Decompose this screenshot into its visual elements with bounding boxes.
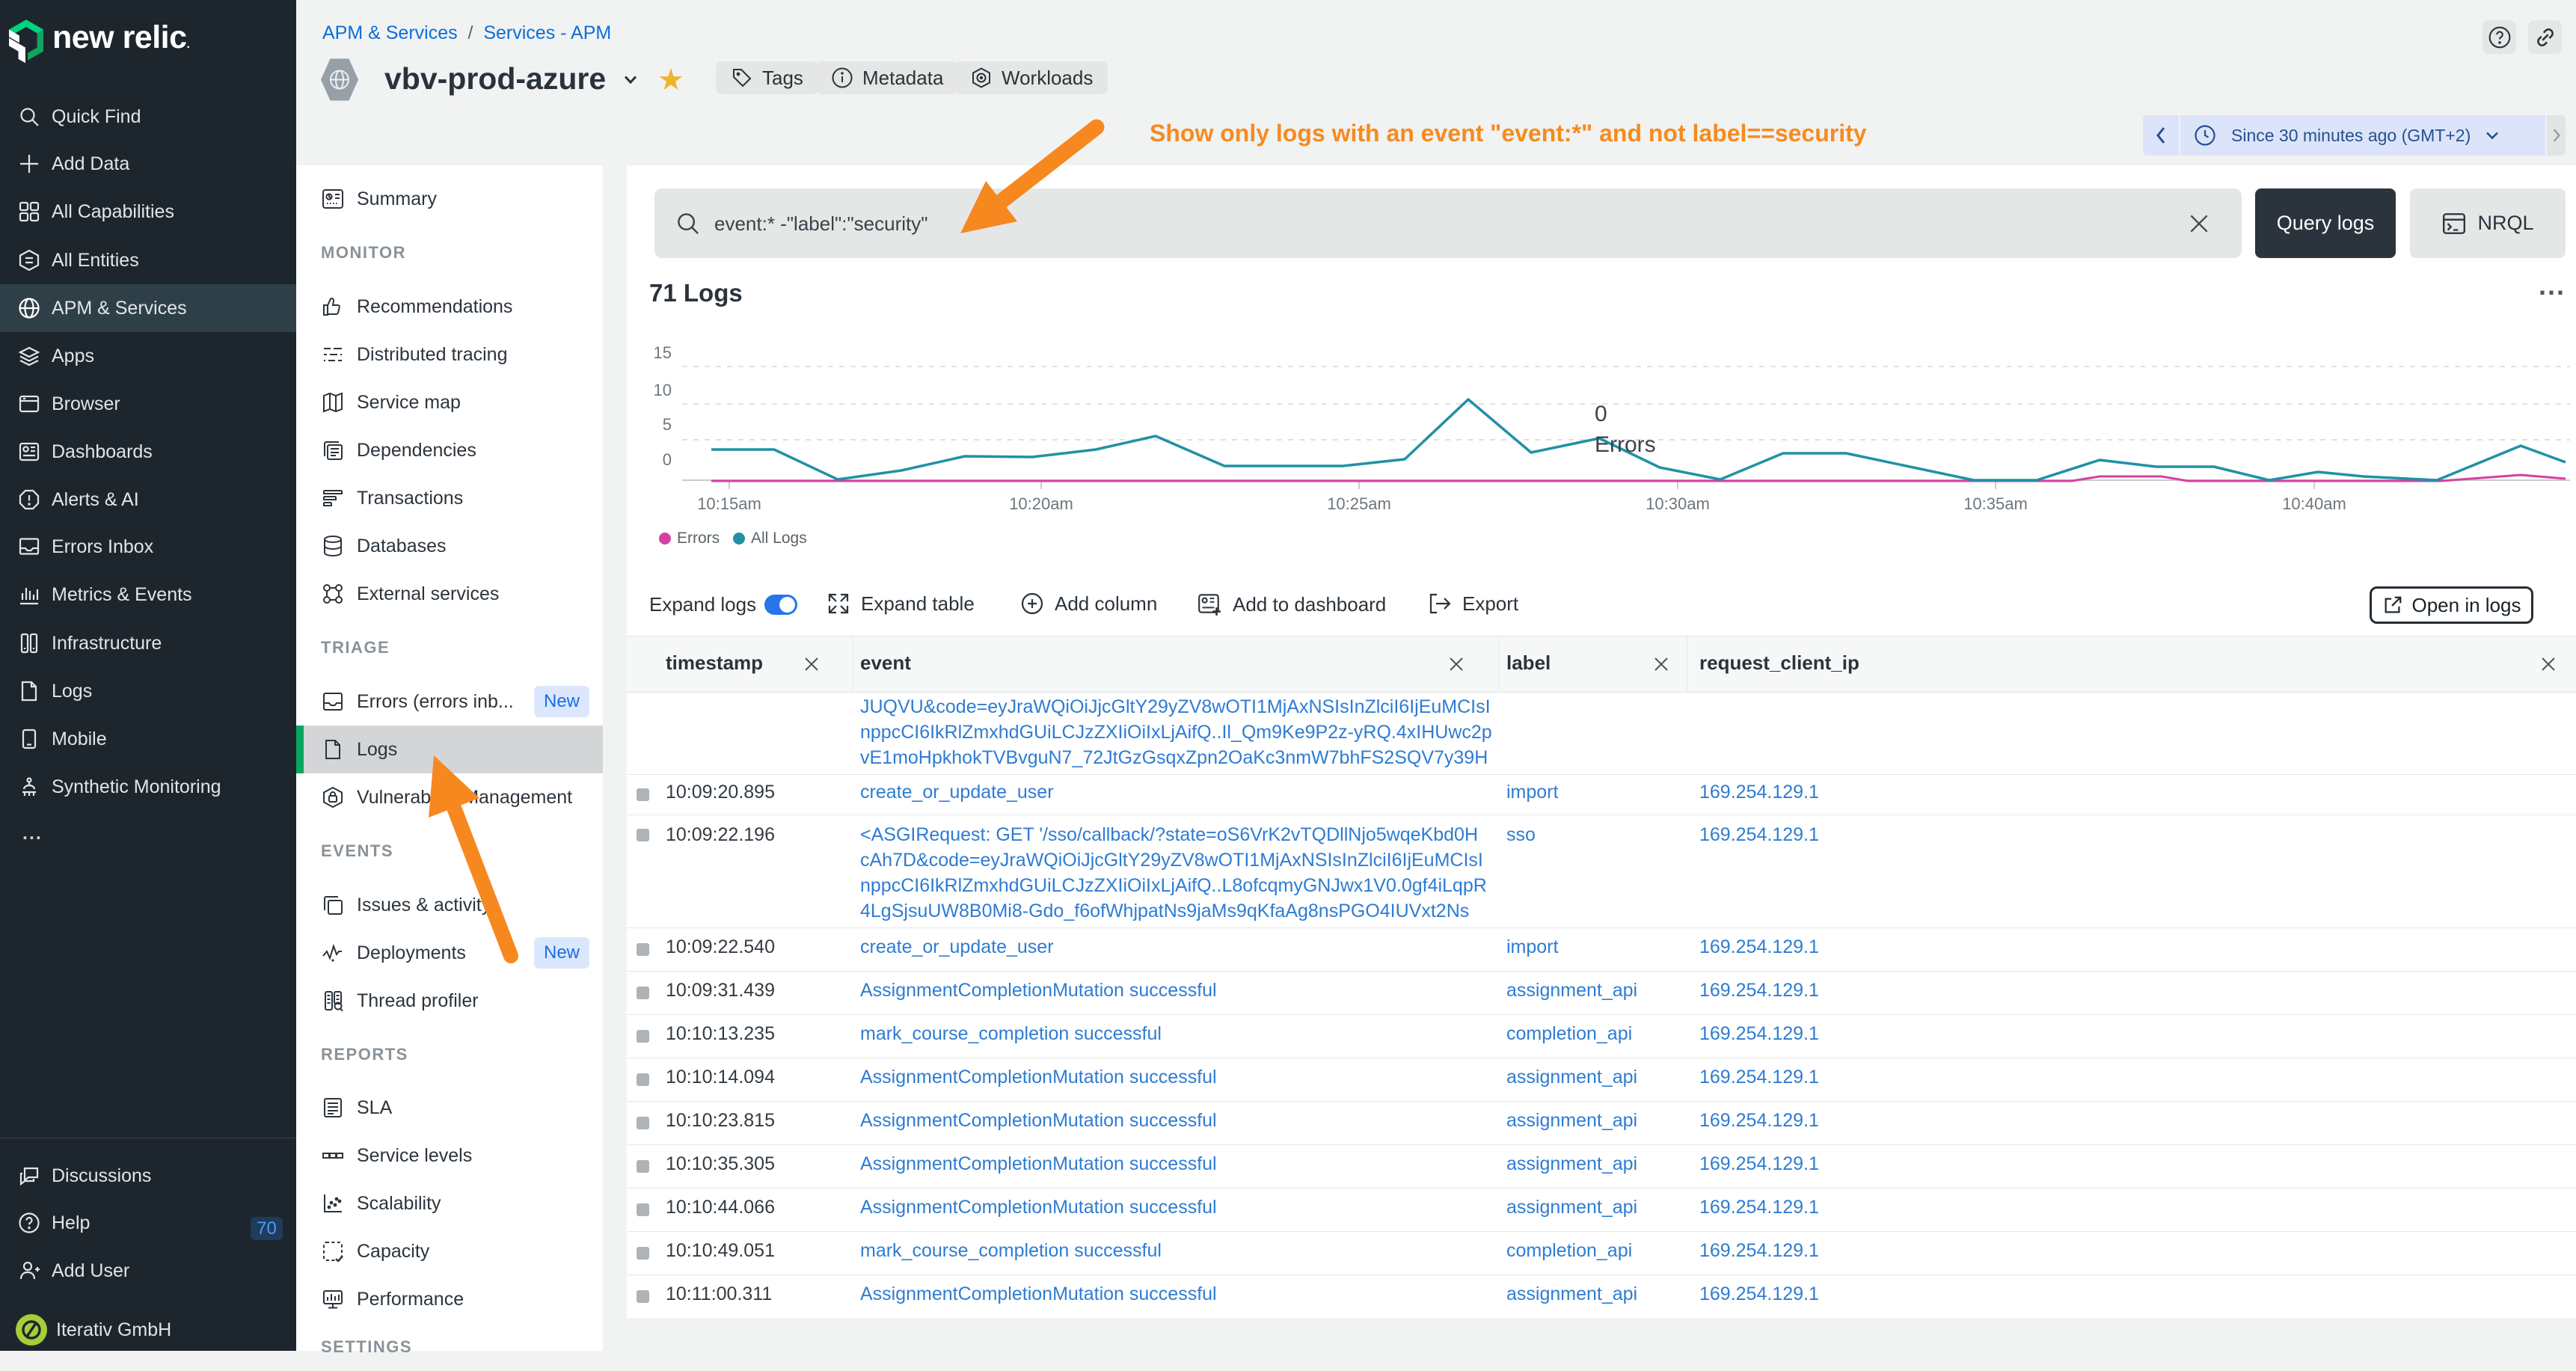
svg-text:10: 10 <box>654 381 672 399</box>
svg-text:10:20am: 10:20am <box>1009 494 1073 513</box>
svg-text:10:25am: 10:25am <box>1327 494 1391 513</box>
svg-text:10:15am: 10:15am <box>697 494 761 513</box>
svg-text:Errors: Errors <box>1595 432 1656 457</box>
svg-text:15: 15 <box>654 343 672 362</box>
svg-text:10:40am: 10:40am <box>2282 494 2346 513</box>
svg-text:5: 5 <box>663 415 672 434</box>
svg-text:10:35am: 10:35am <box>1963 494 2028 513</box>
svg-text:0: 0 <box>1595 402 1607 426</box>
svg-text:0: 0 <box>663 450 672 469</box>
svg-text:10:30am: 10:30am <box>1646 494 1710 513</box>
